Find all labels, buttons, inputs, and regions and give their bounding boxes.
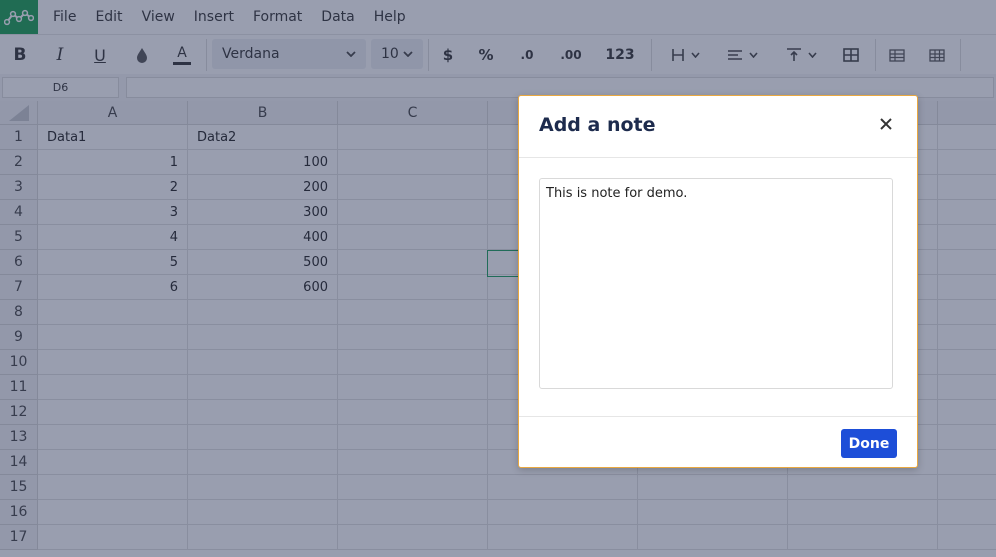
close-icon[interactable] <box>877 115 895 133</box>
dialog-title: Add a note <box>539 114 656 136</box>
note-textarea[interactable]: This is note for demo. <box>539 178 893 389</box>
dialog-header: Add a note <box>519 96 917 158</box>
dialog-footer-divider <box>519 416 917 417</box>
done-button[interactable]: Done <box>841 429 897 458</box>
add-note-dialog: Add a note This is note for demo. Done <box>518 95 918 468</box>
